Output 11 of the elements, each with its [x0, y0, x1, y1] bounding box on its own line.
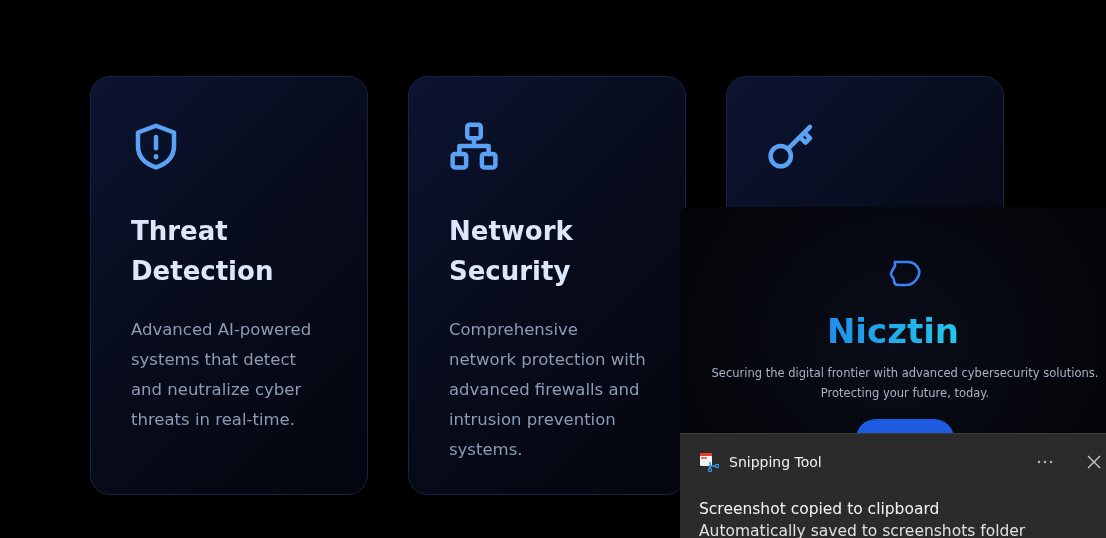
card-description: Comprehensive network protection with advanced firewalls and intrusion prevention systems.: [449, 319, 647, 461]
app-icon: [699, 452, 719, 472]
card-title: Network Security: [449, 215, 574, 288]
more-options-icon[interactable]: [1037, 460, 1053, 464]
app-name: Snipping Tool: [729, 454, 823, 470]
card-title: Threat Detection: [131, 215, 275, 288]
close-icon[interactable]: [1087, 455, 1101, 469]
card-description: Advanced AI-powered systems that detect and neutralize cyber threats in real-time.: [131, 319, 313, 431]
network-icon: [447, 119, 501, 173]
notification-title: Screenshot copied to clipboard: [699, 499, 941, 520]
tagline: Securing the digital frontier with advanced cybersecurity solutions. Protecting your future, today.: [710, 365, 1100, 402]
